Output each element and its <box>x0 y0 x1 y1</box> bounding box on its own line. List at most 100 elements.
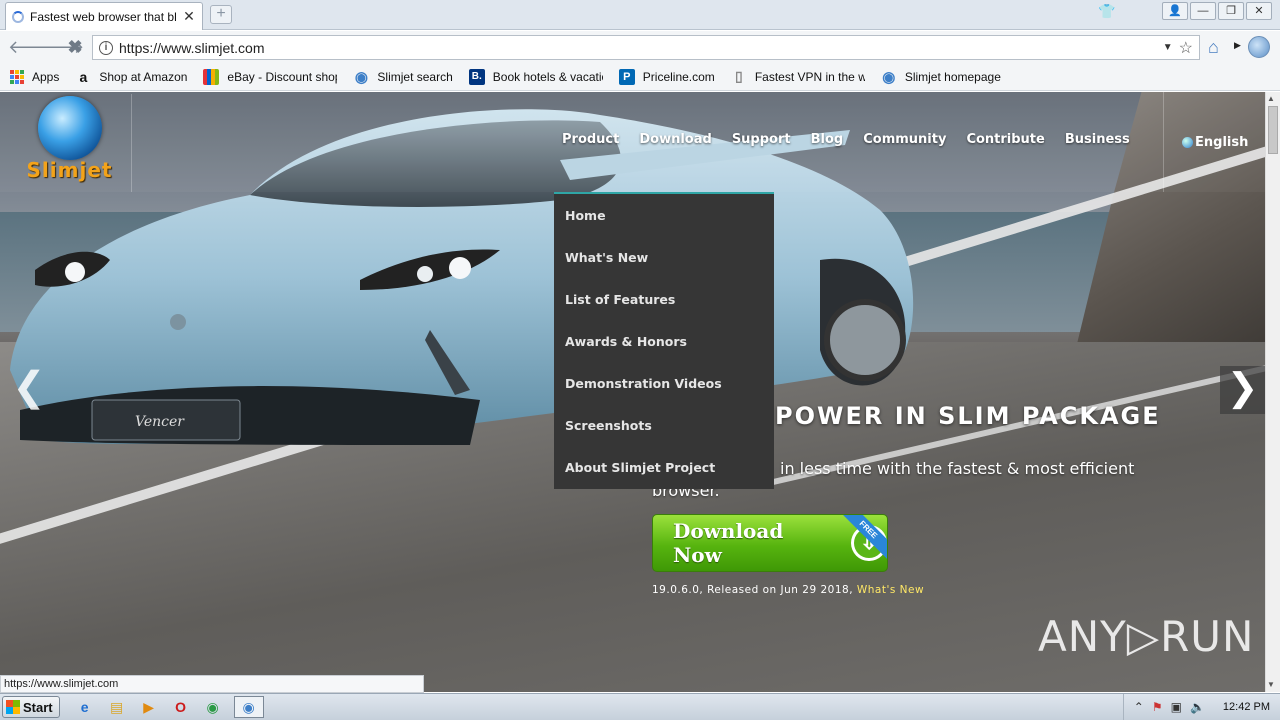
nav-support[interactable]: Support <box>722 132 801 147</box>
taskbar-clock[interactable]: 12:42 PM <box>1223 701 1270 713</box>
globe-icon: ◉ <box>882 68 896 86</box>
browser-titlebar: Fastest web browser that bl ✕ + 👕 👤 — ❐ … <box>0 0 1280 30</box>
menu-item-whats-new[interactable]: What's New <box>554 244 774 286</box>
home-icon[interactable]: ⌂ <box>1208 37 1219 58</box>
windows-logo-icon <box>6 700 20 714</box>
bookmark-label: Slimjet search <box>377 69 453 84</box>
ebay-icon <box>203 68 220 85</box>
nav-community[interactable]: Community <box>853 132 956 147</box>
tab-title: Fastest web browser that bl <box>30 9 176 24</box>
system-tray: ⌃ ⚑ ▣ 🔈 12:42 PM <box>1122 694 1280 720</box>
bookmark-label: eBay - Discount shoppi <box>227 69 337 84</box>
scroll-up-icon[interactable]: ▲ <box>1267 94 1275 103</box>
priceline-icon: P <box>618 68 635 85</box>
bookmark-slimjet-homepage[interactable]: ◉ Slimjet homepage <box>881 68 1001 86</box>
network-icon[interactable]: ▣ <box>1171 700 1182 714</box>
bookmark-vpn[interactable]: ▯ Fastest VPN in the wor <box>731 68 865 85</box>
volume-icon[interactable]: 🔈 <box>1190 700 1205 714</box>
nav-product[interactable]: Product <box>552 132 629 147</box>
bookmark-label: Shop at Amazon <box>99 69 188 84</box>
close-window-button[interactable]: ✕ <box>1246 2 1272 20</box>
bookmark-priceline[interactable]: P Priceline.com <box>618 68 715 85</box>
bookmarks-bar: Apps a Shop at Amazon eBay - Discount sh… <box>0 63 1280 91</box>
site-nav: Product Download Support Blog Community … <box>552 132 1140 147</box>
bookmark-amazon[interactable]: a Shop at Amazon <box>75 69 187 85</box>
booking-icon: B. <box>468 68 485 85</box>
slimjet-globe-icon <box>37 96 102 160</box>
url-dropdown-icon[interactable]: ▼ <box>1163 42 1173 53</box>
carousel-next-arrow[interactable]: ❯ <box>1220 366 1265 414</box>
menu-item-awards[interactable]: Awards & Honors <box>554 328 774 370</box>
release-info: 19.0.6.0, Released on Jun 29 2018, What'… <box>652 584 924 596</box>
back-arrow-icon[interactable]: 🡐 <box>8 36 56 58</box>
chrome-icon[interactable]: ◉ <box>202 696 224 718</box>
url-text[interactable]: https://www.slimjet.com <box>119 40 1157 56</box>
bookmark-ebay[interactable]: eBay - Discount shoppi <box>203 68 337 85</box>
bookmark-label: Apps <box>32 69 60 84</box>
site-info-icon[interactable]: i <box>99 40 113 55</box>
theme-shirt-icon[interactable]: 👕 <box>1098 3 1115 20</box>
address-bar[interactable]: i https://www.slimjet.com ▼ ☆ <box>92 35 1200 60</box>
logo-text: Slimjet <box>26 158 113 182</box>
menu-item-features[interactable]: List of Features <box>554 286 774 328</box>
release-text: 19.0.6.0, Released on Jun 29 2018, <box>652 584 857 596</box>
profile-button[interactable]: 👤 <box>1162 2 1188 20</box>
forward-arrow-icon[interactable]: 🡒 <box>36 36 84 58</box>
bookmark-label: Priceline.com <box>642 69 715 84</box>
menu-item-home[interactable]: Home <box>554 202 774 244</box>
home-dropdown-icon[interactable]: ▶ <box>1234 40 1241 51</box>
nav-contribute[interactable]: Contribute <box>956 132 1054 147</box>
bookmark-star-icon[interactable]: ☆ <box>1179 38 1193 58</box>
new-tab-button[interactable]: + <box>210 5 232 24</box>
menu-item-about[interactable]: About Slimjet Project <box>554 454 774 496</box>
bookmark-label: Fastest VPN in the wor <box>754 69 865 84</box>
tab-close-icon[interactable]: ✕ <box>182 8 196 25</box>
menu-item-screenshots[interactable]: Screenshots <box>554 412 774 454</box>
loading-spinner-icon <box>12 10 24 23</box>
windows-taskbar: Start e ▤ ▶ O ◉ ◉ ⌃ ⚑ ▣ 🔈 12:42 PM <box>0 693 1280 720</box>
nav-download[interactable]: Download <box>629 132 721 147</box>
restore-button[interactable]: ❐ <box>1218 2 1244 20</box>
globe-icon: ◉ <box>354 68 368 86</box>
page-viewport: Vencer Slimjet Product Download Support … <box>0 92 1265 692</box>
scroll-down-icon[interactable]: ▼ <box>1267 680 1275 689</box>
download-now-button[interactable]: Download Now ⇩ FREE <box>652 514 888 572</box>
scroll-thumb[interactable] <box>1268 106 1278 154</box>
taskbar-pinned: e ▤ ▶ O ◉ ◉ <box>74 696 264 718</box>
site-logo[interactable]: Slimjet <box>8 94 132 192</box>
ie-icon[interactable]: e <box>74 696 96 718</box>
folder-icon[interactable]: ▤ <box>106 696 128 718</box>
start-button[interactable]: Start <box>2 696 60 718</box>
browser-toolbar: 🡐 🡒 ✖ i https://www.slimjet.com ▼ ☆ ⌂ ▶ <box>0 31 1280 63</box>
language-label: English <box>1195 134 1249 150</box>
vertical-scrollbar[interactable] <box>1265 92 1280 692</box>
page-icon: ▯ <box>734 68 743 84</box>
anyrun-watermark: ANY▷RUN <box>1038 612 1255 661</box>
stop-icon[interactable]: ✖ <box>64 36 86 58</box>
whats-new-link[interactable]: What's New <box>857 584 924 596</box>
tab-active[interactable]: Fastest web browser that bl ✕ <box>5 2 203 30</box>
media-player-icon[interactable]: ▶ <box>138 696 160 718</box>
menu-item-videos[interactable]: Demonstration Videos <box>554 370 774 412</box>
download-button-label: Download Now <box>673 519 784 567</box>
bookmark-apps[interactable]: Apps <box>10 69 60 84</box>
carousel-prev-arrow[interactable]: ❮ <box>10 362 48 418</box>
bookmark-slimjet-search[interactable]: ◉ Slimjet search <box>353 68 453 86</box>
start-label: Start <box>23 699 53 715</box>
bookmark-label: Slimjet homepage <box>904 69 1001 84</box>
svg-text:Vencer: Vencer <box>135 414 185 430</box>
browser-menu-icon[interactable] <box>1248 36 1270 58</box>
status-bar: https://www.slimjet.com <box>0 675 424 693</box>
minimize-button[interactable]: — <box>1190 2 1216 20</box>
nav-blog[interactable]: Blog <box>801 132 854 147</box>
nav-business[interactable]: Business <box>1055 132 1140 147</box>
apps-grid-icon <box>10 69 24 84</box>
slimjet-taskbar-icon[interactable]: ◉ <box>233 696 264 718</box>
window-controls: 👤 — ❐ ✕ <box>1162 2 1272 20</box>
bookmark-booking[interactable]: B. Book hotels & vacation <box>468 68 603 85</box>
action-center-icon[interactable]: ⚑ <box>1152 700 1163 714</box>
tray-expand-icon[interactable]: ⌃ <box>1134 700 1144 714</box>
bookmark-label: Book hotels & vacation <box>492 69 603 84</box>
opera-icon[interactable]: O <box>170 696 192 718</box>
language-selector[interactable]: English <box>1163 92 1248 192</box>
